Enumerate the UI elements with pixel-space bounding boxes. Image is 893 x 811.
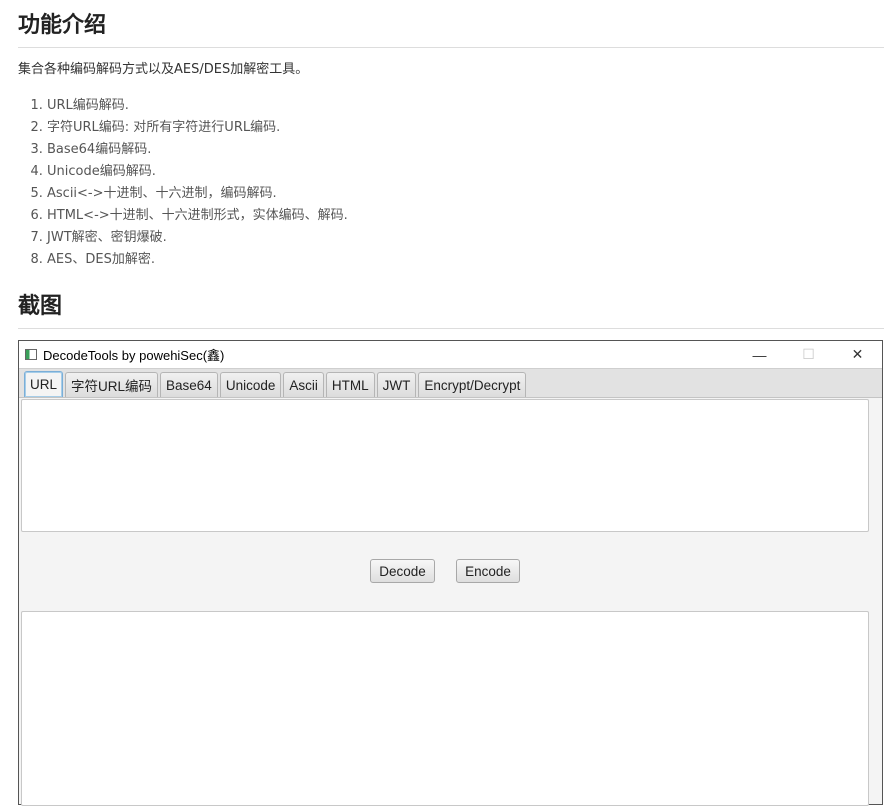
tab-ascii[interactable]: Ascii bbox=[283, 372, 324, 397]
feature-item: JWT解密、密钥爆破. bbox=[47, 227, 884, 249]
tab-url[interactable]: URL bbox=[24, 371, 64, 397]
intro-text: 集合各种编码解码方式以及AES/DES加解密工具。 bbox=[18, 62, 309, 77]
tab-char-url-encode[interactable]: 字符URL编码 bbox=[65, 372, 159, 397]
feature-item: Unicode编码解码. bbox=[47, 161, 884, 183]
encode-button[interactable]: Encode bbox=[456, 559, 520, 583]
app-icon bbox=[25, 349, 37, 360]
feature-item: AES、DES加解密. bbox=[47, 249, 884, 271]
decodetools-window: DecodeTools by powehiSec(鑫) — ☐ ✕ URL 字符… bbox=[18, 340, 883, 806]
window-titlebar[interactable]: DecodeTools by powehiSec(鑫) — ☐ ✕ bbox=[19, 341, 882, 368]
window-controls: — ☐ ✕ bbox=[735, 341, 882, 368]
feature-item: 字符URL编码: 对所有字符进行URL编码. bbox=[47, 117, 884, 139]
tab-base64[interactable]: Base64 bbox=[160, 372, 218, 397]
page: 功能介绍 集合各种编码解码方式以及AES/DES加解密工具。 URL编码解码. … bbox=[0, 0, 893, 811]
action-buttons: Decode Encode bbox=[19, 559, 882, 583]
features-heading: 功能介绍 bbox=[18, 10, 884, 48]
tab-unicode[interactable]: Unicode bbox=[219, 372, 282, 397]
close-icon[interactable]: ✕ bbox=[833, 341, 882, 368]
output-textarea[interactable] bbox=[21, 611, 869, 806]
input-textarea[interactable] bbox=[21, 399, 869, 532]
tab-bar: URL 字符URL编码 Base64 Unicode Ascii HTML JW… bbox=[19, 368, 882, 398]
maximize-icon[interactable]: ☐ bbox=[784, 341, 833, 368]
tab-encrypt-decrypt[interactable]: Encrypt/Decrypt bbox=[418, 372, 527, 397]
decode-button[interactable]: Decode bbox=[370, 559, 435, 583]
feature-list: URL编码解码. 字符URL编码: 对所有字符进行URL编码. Base64编码… bbox=[18, 95, 884, 271]
feature-item: HTML<->十进制、十六进制形式，实体编码、解码. bbox=[47, 205, 884, 227]
tab-html[interactable]: HTML bbox=[325, 372, 375, 397]
readme-document: 功能介绍 集合各种编码解码方式以及AES/DES加解密工具。 URL编码解码. … bbox=[18, 10, 884, 329]
window-title: DecodeTools by powehiSec(鑫) bbox=[43, 348, 225, 363]
screenshot-heading: 截图 bbox=[18, 291, 884, 329]
feature-item: Base64编码解码. bbox=[47, 139, 884, 161]
tab-jwt[interactable]: JWT bbox=[376, 372, 417, 397]
feature-item: Ascii<->十进制、十六进制，编码解码. bbox=[47, 183, 884, 205]
minimize-icon[interactable]: — bbox=[735, 341, 784, 368]
feature-item: URL编码解码. bbox=[47, 95, 884, 117]
